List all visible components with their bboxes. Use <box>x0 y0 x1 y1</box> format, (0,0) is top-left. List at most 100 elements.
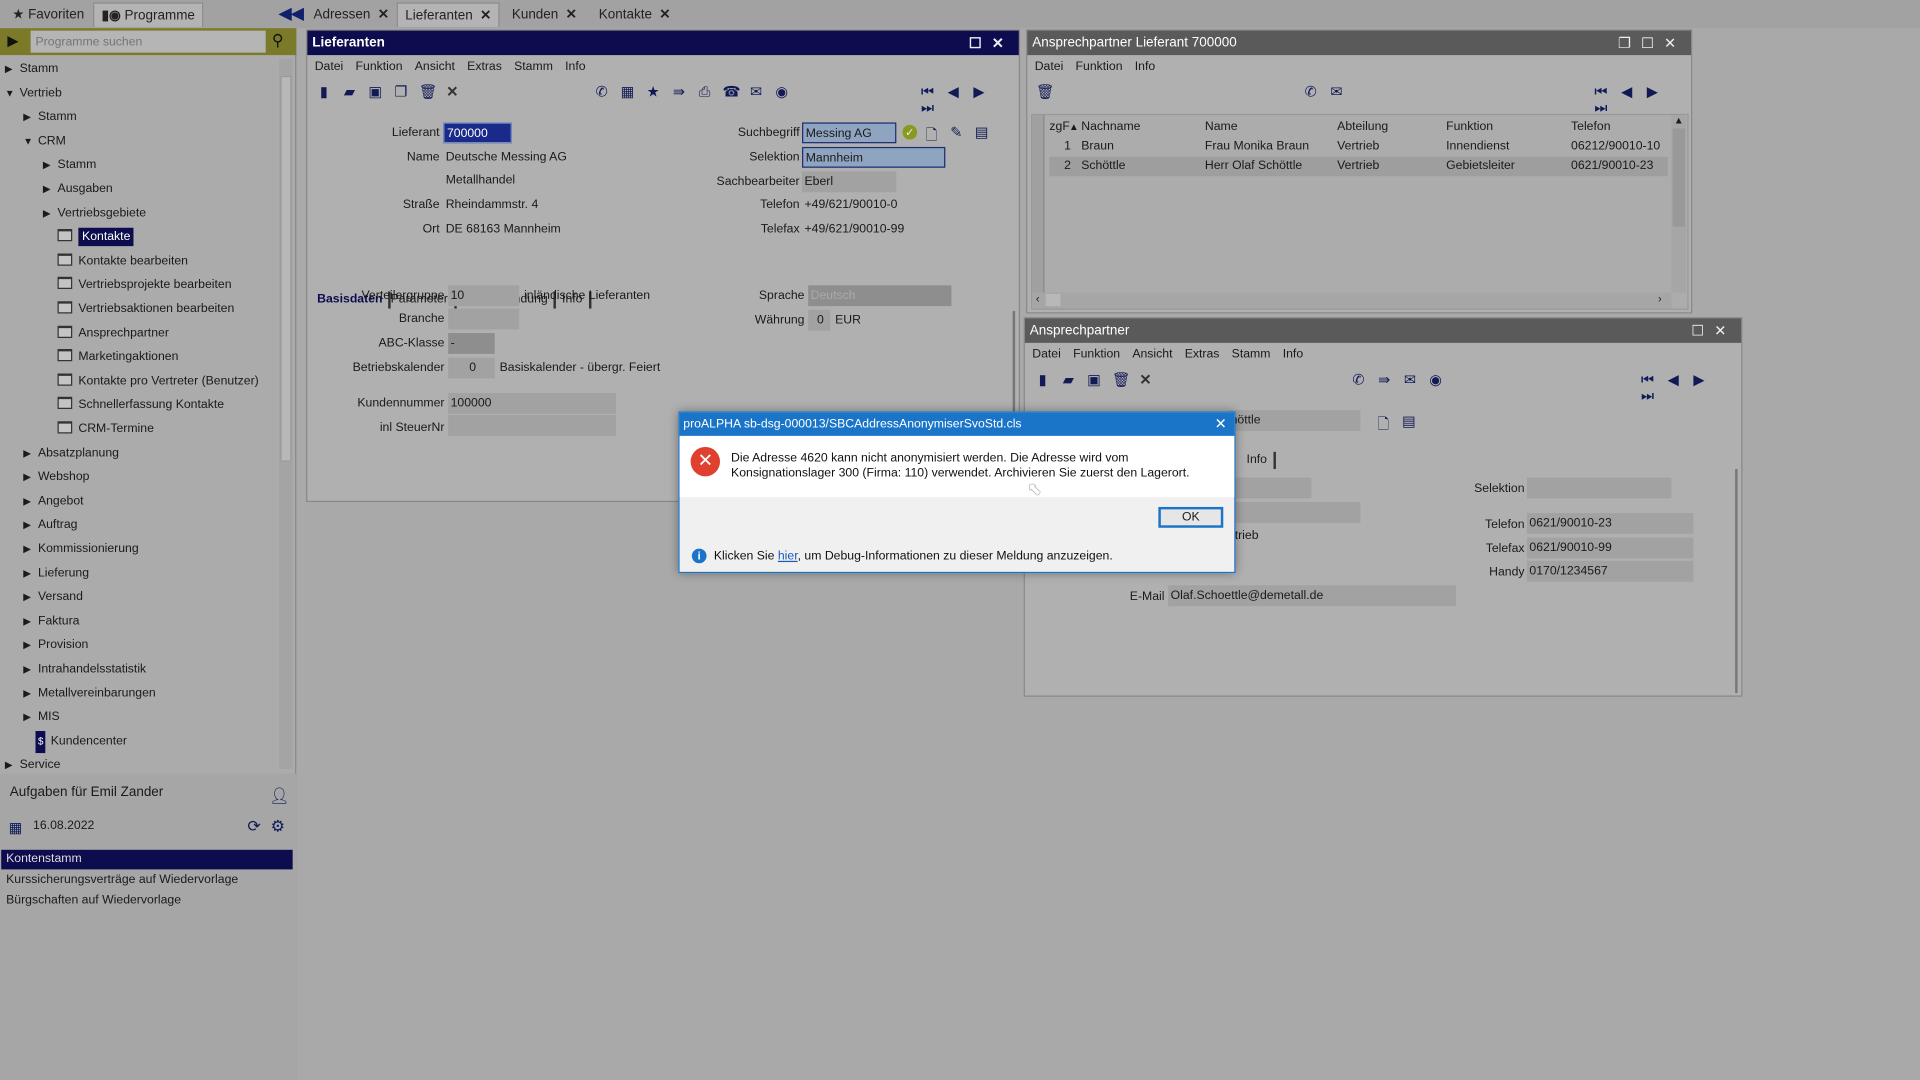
first-record-icon[interactable]: ⏮ <box>1640 372 1656 388</box>
new-document-icon[interactable]: 🗋︎ <box>926 124 938 150</box>
save-icon[interactable]: ▣ <box>367 84 383 100</box>
first-record-icon[interactable]: ⏮ <box>920 84 936 100</box>
open-icon[interactable]: ▰ <box>342 84 358 100</box>
cancel-icon[interactable]: ✕ <box>444 84 460 100</box>
verteilergruppe-field[interactable]: 10 <box>448 285 520 307</box>
selektion-field[interactable] <box>1526 477 1672 499</box>
phone-icon[interactable]: ✆ <box>594 84 610 100</box>
cancel-icon[interactable]: ✕ <box>1138 372 1154 388</box>
expand-icon[interactable]: ▶ <box>43 179 58 201</box>
menu-stamm[interactable]: Stamm <box>514 60 553 73</box>
name2-field[interactable]: Metallhandel <box>443 170 515 191</box>
close-icon[interactable]: ✕ <box>992 34 1014 51</box>
calendar-icon[interactable]: ▦ <box>9 819 23 836</box>
forward-icon[interactable]: ⇛ <box>671 84 687 100</box>
expand-icon[interactable]: ▶ <box>5 59 20 81</box>
tree-item[interactable]: ▶ Stamm <box>23 107 76 129</box>
maximize-icon[interactable]: ☐ <box>969 34 992 51</box>
phone-icon[interactable]: ✆ <box>1303 84 1319 100</box>
task-item[interactable]: Kontenstamm <box>1 849 293 870</box>
delete-icon[interactable]: 🗑︎ <box>419 84 438 100</box>
tree-item[interactable]: ▶ Stamm <box>5 59 58 81</box>
column-header[interactable]: Abteilung <box>1337 118 1388 138</box>
grid-vertical-scrollbar[interactable]: ▲ <box>1671 115 1687 293</box>
abc-klasse-select[interactable]: - <box>448 333 495 354</box>
prev-record-icon[interactable]: ◀ <box>945 84 961 100</box>
tree-item[interactable]: ▶ Metallvereinbarungen <box>23 683 155 705</box>
menu-datei[interactable]: Datei <box>315 60 344 73</box>
expand-icon[interactable]: ▶ <box>23 539 38 561</box>
tab-info[interactable]: Info <box>1240 451 1276 469</box>
menu-info[interactable]: Info <box>565 60 585 73</box>
tree-item[interactable]: ▶ Versand <box>23 587 83 609</box>
prev-record-icon[interactable]: ◀ <box>1665 372 1681 388</box>
maximize-icon[interactable]: ☐ <box>1691 322 1714 339</box>
scrollbar-thumb[interactable] <box>1672 128 1685 227</box>
tree-item[interactable]: ▶ Webshop <box>23 467 89 489</box>
edit-document-icon[interactable]: ✎ <box>950 124 962 141</box>
tree-item[interactable]: ▶ Service <box>5 755 61 769</box>
restore-icon[interactable]: ❐ <box>1618 34 1641 51</box>
fax-icon[interactable]: ☎ <box>722 84 740 100</box>
favorite-icon[interactable]: ★ <box>645 84 661 100</box>
expand-icon[interactable]: ▶ <box>5 755 20 769</box>
last-record-icon[interactable]: ⏭ <box>920 100 936 116</box>
expand-icon[interactable]: ▶ <box>23 611 38 633</box>
tree-item[interactable]: Kontakte pro Vertreter (Benutzer) <box>57 371 259 393</box>
dialog-title-bar[interactable]: proALPHA sb-dsg-000013/SBCAddressAnonymi… <box>679 412 1235 436</box>
next-record-icon[interactable]: ▶ <box>1645 84 1661 100</box>
suchbegriff-field[interactable]: Messing AG <box>802 122 897 144</box>
mail-icon[interactable]: ✉ <box>748 84 764 100</box>
tree-item[interactable]: ▶ Auftrag <box>23 515 77 537</box>
expand-icon[interactable]: ▶ <box>43 203 58 225</box>
next-record-icon[interactable]: ▶ <box>1691 372 1707 388</box>
menu-stamm[interactable]: Stamm <box>1232 348 1271 361</box>
tasks-date[interactable]: 16.08.2022 <box>33 819 94 832</box>
tree-scrollbar[interactable] <box>279 58 293 769</box>
tab-lieferanten[interactable]: Lieferanten ✕ <box>396 2 500 27</box>
tree-item[interactable]: Kontakte <box>57 227 135 249</box>
tab-kontakte[interactable]: Kontakte ✕ <box>591 2 677 26</box>
sprache-select[interactable]: Deutsch <box>808 285 952 307</box>
menu-funktion[interactable]: Funktion <box>356 60 403 73</box>
delete-icon[interactable]: 🗑︎ <box>1036 84 1055 100</box>
user-icon[interactable]: 👤︎ <box>269 786 289 806</box>
waehrung-field[interactable]: 0 <box>808 309 831 331</box>
ort-field[interactable]: DE 68163 Mannheim <box>443 219 561 240</box>
table-row[interactable]: 2 Schöttle Herr Olaf Schöttle Vertrieb Gebie… <box>1049 156 1668 177</box>
column-header[interactable]: Name <box>1205 118 1238 138</box>
tree-item[interactable]: ▶ Vertriebsgebiete <box>43 203 146 225</box>
tab-adressen[interactable]: Adressen ✕ <box>306 2 396 26</box>
ok-button[interactable]: OK <box>1158 506 1224 528</box>
expand-icon[interactable]: ▶ <box>23 635 38 657</box>
telefax-field[interactable]: 0621/90010-99 <box>1526 537 1694 559</box>
expand-icon[interactable]: ▶ <box>23 467 38 489</box>
maximize-icon[interactable]: ☐ <box>1641 34 1664 51</box>
expand-icon[interactable]: ▶ <box>23 443 38 465</box>
save-icon[interactable]: ▣ <box>1086 372 1102 388</box>
tree-item[interactable]: Vertriebsaktionen bearbeiten <box>57 299 234 321</box>
copy-icon[interactable]: ❐ <box>393 84 409 100</box>
gear-icon[interactable]: ⚙ <box>271 817 285 837</box>
close-icon[interactable]: ✕ <box>1215 413 1227 436</box>
forward-icon[interactable]: ⇛ <box>1376 372 1392 388</box>
collapse-panel-icon[interactable]: ◀◀ <box>279 4 303 24</box>
print-icon[interactable]: ⎙ <box>697 84 713 100</box>
tree-item[interactable]: ▶ Lieferung <box>23 563 89 585</box>
strasse-field[interactable]: Rheindammstr. 4 <box>443 195 539 216</box>
search-icon[interactable]: ⚲ <box>272 31 284 51</box>
delete-icon[interactable]: 🗑︎ <box>1112 372 1131 388</box>
column-header[interactable]: zgF <box>1049 118 1069 138</box>
task-item[interactable]: Bürgschaften auf Wiedervorlage <box>1 891 292 911</box>
tree-item[interactable]: ▶ Kommissionierung <box>23 539 138 561</box>
steuernr-field[interactable] <box>448 415 616 436</box>
tab-favoriten[interactable]: ★ Favoriten <box>5 2 92 26</box>
phone-icon[interactable]: ✆ <box>1351 372 1367 388</box>
next-record-icon[interactable]: ▶ <box>971 84 987 100</box>
last-record-icon[interactable]: ⏭ <box>1640 388 1656 404</box>
handy-field[interactable]: 0170/1234567 <box>1526 560 1694 582</box>
column-header[interactable]: Nachname <box>1081 118 1140 138</box>
expand-icon[interactable]: ▶ <box>23 707 38 729</box>
menu-datei[interactable]: Datei <box>1035 60 1064 73</box>
program-search-input[interactable] <box>30 30 266 53</box>
